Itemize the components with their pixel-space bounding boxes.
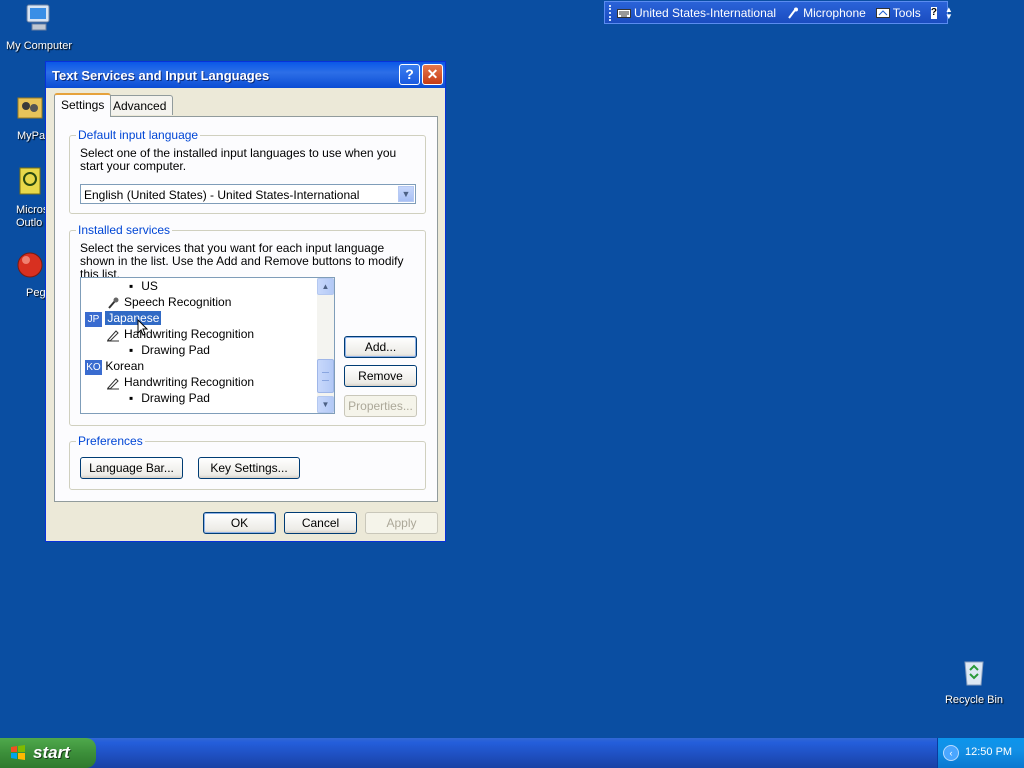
keyboard-icon bbox=[617, 8, 631, 18]
outlook-icon bbox=[19, 167, 41, 195]
system-tray: ‹ 12:50 PM bbox=[937, 738, 1024, 768]
group-title: Preferences bbox=[76, 434, 145, 448]
tree-item-label: Handwriting Recognition bbox=[124, 375, 255, 389]
tree-item[interactable]: ▪ Drawing Pad bbox=[129, 342, 210, 358]
tree-scrollbar[interactable]: ▲ ▼ bbox=[317, 278, 334, 413]
tree-item[interactable]: Handwriting Recognition bbox=[106, 374, 254, 390]
apply-button: Apply bbox=[365, 512, 438, 534]
close-button[interactable]: ✕ bbox=[422, 64, 443, 85]
scroll-up-icon[interactable]: ▲ bbox=[317, 278, 334, 295]
tree-item-label: US bbox=[141, 279, 158, 293]
default-input-description: Select one of the installed input langua… bbox=[80, 146, 397, 173]
group-title: Installed services bbox=[76, 223, 173, 237]
computer-icon bbox=[26, 4, 50, 31]
default-input-group: Default input language Select one of the… bbox=[69, 128, 426, 214]
tools-button[interactable]: Tools bbox=[875, 5, 921, 20]
tree-item-selected[interactable]: JP Japanese bbox=[85, 310, 162, 327]
microphone-icon bbox=[108, 297, 119, 309]
desktop-icon-my-computer[interactable]: My Computer bbox=[0, 2, 79, 53]
add-button[interactable]: Add... bbox=[344, 336, 417, 358]
installed-services-description: Select the services that you want for ea… bbox=[80, 241, 404, 281]
default-language-value: English (United States) - United States-… bbox=[84, 188, 360, 202]
ok-button[interactable]: OK bbox=[203, 512, 276, 534]
question-icon: ? bbox=[405, 66, 414, 82]
close-icon: ✕ bbox=[426, 66, 439, 82]
language-label: United States-International bbox=[634, 5, 777, 20]
show-hidden-icons-icon[interactable]: ‹ bbox=[943, 745, 959, 761]
bullet-icon: ▪ bbox=[129, 279, 134, 293]
desktop-icon-label: My Computer bbox=[5, 40, 73, 52]
help-icon[interactable]: ? bbox=[930, 6, 937, 19]
bullet-icon: ▪ bbox=[129, 391, 134, 405]
tab-advanced[interactable]: Advanced bbox=[106, 95, 174, 115]
preferences-group: Preferences Language Bar... Key Settings… bbox=[69, 434, 426, 490]
tree-item-label: Drawing Pad bbox=[141, 343, 210, 357]
mouse-cursor-icon bbox=[137, 319, 149, 336]
cancel-button[interactable]: Cancel bbox=[284, 512, 357, 534]
key-settings-button[interactable]: Key Settings... bbox=[198, 457, 300, 479]
desktop-icon-label: Recycle Bin bbox=[944, 694, 1004, 706]
start-button[interactable]: start bbox=[0, 738, 96, 768]
taskbar: start ‹ 12:50 PM bbox=[0, 738, 1024, 768]
tab-settings[interactable]: Settings bbox=[54, 93, 112, 117]
pen-icon bbox=[107, 378, 119, 390]
tree-item-label: Speech Recognition bbox=[124, 295, 232, 309]
clock[interactable]: 12:50 PM bbox=[965, 746, 1012, 758]
language-code-badge: JP bbox=[85, 312, 102, 327]
recycle-bin-icon bbox=[964, 661, 984, 686]
tree-item-label: Korean bbox=[105, 359, 145, 373]
tree-item[interactable]: Speech Recognition bbox=[106, 294, 231, 310]
windows-logo-icon bbox=[11, 745, 25, 760]
language-code-badge: KO bbox=[85, 360, 102, 375]
language-selector[interactable]: United States-International bbox=[617, 6, 776, 20]
folder-icon bbox=[17, 97, 43, 119]
tree-item-label: Japanese bbox=[105, 311, 162, 325]
chevron-down-icon[interactable]: ▼ bbox=[398, 186, 414, 202]
remove-button[interactable]: Remove bbox=[344, 365, 417, 387]
tools-label: Tools bbox=[892, 5, 921, 20]
drag-handle-icon[interactable] bbox=[609, 4, 611, 21]
settings-panel: Default input language Select one of the… bbox=[54, 116, 438, 502]
properties-button: Properties... bbox=[344, 395, 417, 417]
options-arrows-icon[interactable]: ▲ ▼ bbox=[945, 5, 953, 20]
tools-icon bbox=[875, 7, 890, 18]
app-icon bbox=[17, 252, 43, 278]
desktop-icon-recycle-bin[interactable]: Recycle Bin bbox=[934, 656, 1014, 707]
tree-item[interactable]: Handwriting Recognition bbox=[106, 326, 254, 342]
installed-services-group: Installed services Select the services t… bbox=[69, 223, 426, 426]
bullet-icon: ▪ bbox=[129, 343, 134, 357]
microphone-icon bbox=[788, 7, 799, 19]
help-button[interactable]: ? bbox=[399, 64, 420, 85]
tree-item[interactable]: ▪ Drawing Pad bbox=[129, 390, 210, 406]
microphone-label: Microphone bbox=[803, 5, 866, 20]
tree-item[interactable]: KO Korean bbox=[85, 358, 145, 375]
language-bar-button[interactable]: Language Bar... bbox=[80, 457, 183, 479]
tree-item[interactable]: ▪ US bbox=[129, 278, 158, 294]
services-tree[interactable]: ▪ US Speech Recognition JP Japanese Handw… bbox=[80, 277, 335, 414]
dialog-title: Text Services and Input Languages bbox=[52, 68, 270, 83]
tree-item-label: Drawing Pad bbox=[141, 391, 210, 405]
title-bar[interactable]: Text Services and Input Languages ? ✕ bbox=[46, 62, 445, 88]
default-language-select[interactable]: English (United States) - United States-… bbox=[80, 184, 416, 204]
scroll-down-icon[interactable]: ▼ bbox=[317, 396, 334, 413]
microphone-button[interactable]: Microphone bbox=[786, 6, 866, 20]
group-title: Default input language bbox=[76, 128, 201, 142]
pen-icon bbox=[107, 330, 119, 342]
text-services-dialog: Text Services and Input Languages ? ✕ Se… bbox=[45, 61, 446, 542]
language-bar[interactable]: United States-International Microphone T… bbox=[604, 1, 953, 24]
scroll-thumb[interactable] bbox=[317, 359, 334, 393]
start-label: start bbox=[33, 743, 70, 762]
